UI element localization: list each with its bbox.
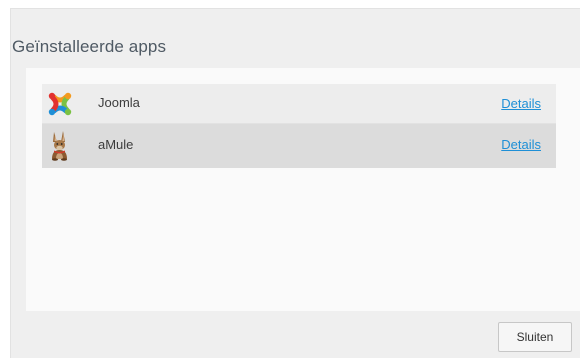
dialog-title: Geïnstalleerde apps — [12, 37, 167, 56]
amule-mule-icon — [46, 131, 74, 161]
apps-panel: Joomla Details aMule Details — [26, 68, 580, 311]
app-row-joomla[interactable]: Joomla Details — [42, 84, 556, 124]
installed-apps-dialog: Geïnstalleerde apps Joomla Details aMule… — [10, 8, 580, 358]
close-button[interactable]: Sluiten — [498, 322, 572, 352]
app-name: aMule — [98, 137, 134, 152]
joomla-logo-icon — [46, 90, 74, 118]
app-name: Joomla — [98, 95, 140, 110]
details-link-amule[interactable]: Details — [501, 137, 541, 152]
app-list: Joomla Details aMule Details — [42, 84, 556, 168]
details-link-joomla[interactable]: Details — [501, 96, 541, 111]
app-row-amule[interactable]: aMule Details — [42, 124, 556, 168]
